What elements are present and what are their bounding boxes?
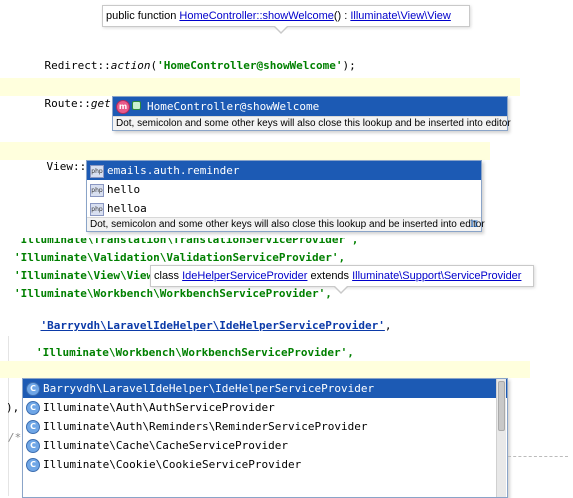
code-line-provider: 'Illuminate\Translation\TranslationServi… bbox=[14, 233, 359, 246]
panel-view-make: View::make(''); php emails.auth.reminder… bbox=[0, 138, 490, 232]
lock-icon bbox=[132, 101, 141, 110]
code-fragment-comment: /* bbox=[8, 431, 22, 444]
method-icon: m bbox=[116, 100, 130, 114]
method-signature-tooltip: public function HomeController::showWelc… bbox=[102, 5, 470, 27]
completion-hint: Dot, semicolon and some other keys will … bbox=[87, 217, 485, 231]
completion-item[interactable]: m HomeController@showWelcome bbox=[113, 97, 507, 116]
completion-item[interactable]: php helloa bbox=[87, 199, 481, 218]
php-file-icon: php bbox=[90, 165, 104, 178]
code-line-workbench: 'Illuminate\Workbench\WorkbenchServicePr… bbox=[36, 346, 354, 359]
code-fragment-close: ), bbox=[6, 401, 20, 414]
code-line-provider: 'Illuminate\Workbench\WorkbenchServicePr… bbox=[14, 287, 332, 300]
class-icon: C bbox=[26, 420, 40, 434]
completion-item[interactable]: C Illuminate\Cookie\CookieServiceProvide… bbox=[23, 455, 507, 474]
completion-item[interactable]: C Illuminate\Auth\Reminders\ReminderServ… bbox=[23, 417, 507, 436]
class-info-tooltip: class IdeHelperServiceProvider extends I… bbox=[150, 265, 534, 287]
tooltip-class-link[interactable]: IdeHelperServiceProvider bbox=[182, 270, 307, 282]
editor-gutter-line bbox=[8, 336, 9, 496]
php-file-icon: php bbox=[90, 203, 104, 216]
class-icon: C bbox=[26, 382, 40, 396]
completion-item[interactable]: C Illuminate\Auth\AuthServiceProvider bbox=[23, 398, 507, 417]
tooltip-pointer bbox=[274, 26, 288, 34]
pi-icon[interactable]: π bbox=[470, 216, 478, 230]
panel-provider-completion: 'Illuminate\Workbench\WorkbenchServicePr… bbox=[0, 336, 573, 498]
tooltip-return-link[interactable]: Illuminate\View\View bbox=[350, 10, 450, 22]
dashed-separator bbox=[508, 456, 568, 457]
completion-popup-classes[interactable]: C Barryvdh\LaravelIdeHelper\IdeHelperSer… bbox=[22, 378, 508, 498]
completion-item[interactable]: php emails.auth.reminder bbox=[87, 161, 481, 180]
panel-providers: 'Illuminate\Translation\TranslationServi… bbox=[0, 232, 573, 332]
class-icon: C bbox=[26, 439, 40, 453]
tooltip-prefix: public function bbox=[106, 10, 180, 22]
panel-route-action: public function HomeController::showWelc… bbox=[0, 0, 520, 132]
tooltip-pointer bbox=[334, 286, 348, 294]
class-icon: C bbox=[26, 458, 40, 472]
tooltip-parent-link[interactable]: Illuminate\Support\ServiceProvider bbox=[352, 270, 521, 282]
completion-item[interactable]: C Illuminate\Cache\CacheServiceProvider bbox=[23, 436, 507, 455]
completion-scrollbar[interactable] bbox=[496, 379, 506, 497]
class-icon: C bbox=[26, 401, 40, 415]
tooltip-method-link[interactable]: HomeController::showWelcome bbox=[179, 10, 333, 22]
tooltip-mid: () : bbox=[333, 10, 351, 22]
completion-item[interactable]: php hello bbox=[87, 180, 481, 199]
completion-popup-views[interactable]: php emails.auth.reminder php hello php h… bbox=[86, 160, 485, 232]
completion-item[interactable]: C Barryvdh\LaravelIdeHelper\IdeHelperSer… bbox=[23, 379, 507, 398]
completion-popup-actions[interactable]: m HomeController@showWelcome Dot, semico… bbox=[112, 96, 511, 131]
scrollbar-thumb[interactable] bbox=[498, 381, 505, 431]
completion-hint: Dot, semicolon and some other keys will … bbox=[113, 116, 511, 130]
php-file-icon: php bbox=[90, 184, 104, 197]
code-line-provider: 'Illuminate\Validation\ValidationService… bbox=[14, 251, 346, 264]
